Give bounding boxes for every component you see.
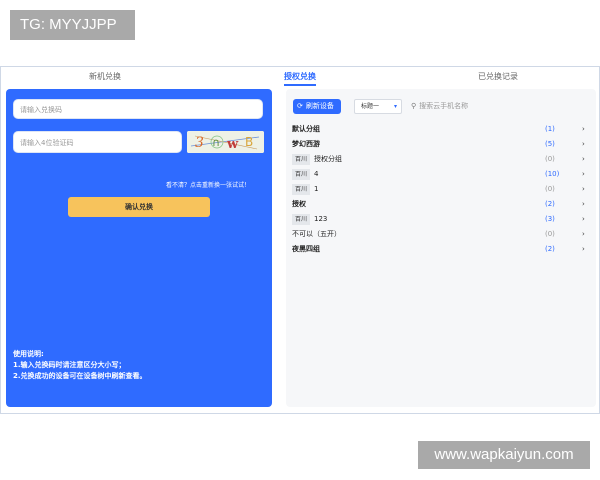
group-count: (1) xyxy=(545,125,555,133)
redeem-form: 请输入兑换码 请输入4位验证码 3 ∩ w B 看不清？点击重新换一张试试！ 确… xyxy=(6,89,272,407)
svg-text:∩: ∩ xyxy=(212,136,220,149)
chevron-right-icon[interactable]: › xyxy=(582,212,585,227)
group-label: 123 xyxy=(314,215,328,223)
list-item[interactable]: 百川 123 (3) › xyxy=(292,212,592,227)
chevron-down-icon: ▾ xyxy=(393,103,397,110)
device-search[interactable]: ⚲ 搜索云手机名称 xyxy=(411,101,468,111)
svg-text:B: B xyxy=(245,135,253,149)
group-tag: 百川 xyxy=(292,183,311,195)
redeem-code-input[interactable]: 请输入兑换码 xyxy=(13,99,263,119)
tab-auth-exchange[interactable]: 授权兑换 xyxy=(284,71,316,86)
svg-text:3: 3 xyxy=(195,135,204,151)
tab-bar: 新机兑换 授权兑换 已兑换记录 xyxy=(1,67,599,89)
group-count: (0) xyxy=(545,230,555,238)
search-icon: ⚲ xyxy=(411,102,417,110)
device-group-list: 默认分组 (1) › 梦幻西游 (5) › 百川 授权分组 (0) › 百川 4 (… xyxy=(292,122,592,257)
refresh-devices-button[interactable]: ⟳ 刷新设备 xyxy=(293,99,341,114)
list-item[interactable]: 授权 (2) › xyxy=(292,197,592,212)
list-item[interactable]: 默认分组 (1) › xyxy=(292,122,592,137)
chevron-right-icon[interactable]: › xyxy=(582,182,585,197)
tab-exchange-history[interactable]: 已兑换记录 xyxy=(478,71,518,82)
list-item[interactable]: 百川 1 (0) › xyxy=(292,182,592,197)
list-item[interactable]: 百川 4 (10) › xyxy=(292,167,592,182)
tab-new-device[interactable]: 新机兑换 xyxy=(89,71,121,82)
group-label: 夜黑四组 xyxy=(292,245,320,253)
usage-instructions: 使用说明: 1.输入兑换码时请注意区分大小写； 2.兑换成功的设备可在设备树中刷… xyxy=(13,349,147,382)
watermark-top: TG: MYYJJPP xyxy=(10,10,135,40)
group-tag: 百川 xyxy=(292,153,311,165)
usage-line-2: 2.兑换成功的设备可在设备树中刷新查看。 xyxy=(13,372,147,380)
group-label: 1 xyxy=(314,185,319,193)
confirm-redeem-button[interactable]: 确认兑换 xyxy=(68,197,210,217)
chevron-right-icon[interactable]: › xyxy=(582,227,585,242)
chevron-right-icon[interactable]: › xyxy=(582,122,585,137)
group-count: (10) xyxy=(545,170,560,178)
group-label: 授权 xyxy=(292,200,306,208)
list-item[interactable]: 不可以（五开） (0) › xyxy=(292,227,592,242)
group-count: (5) xyxy=(545,140,555,148)
device-tree-panel: ⟳ 刷新设备 标题一 ▾ ⚲ 搜索云手机名称 默认分组 (1) › 梦幻西游 (5)… xyxy=(286,89,596,407)
captcha-image[interactable]: 3 ∩ w B xyxy=(187,131,264,153)
chevron-right-icon[interactable]: › xyxy=(582,167,585,182)
list-item[interactable]: 夜黑四组 (2) › xyxy=(292,242,592,257)
list-item[interactable]: 梦幻西游 (5) › xyxy=(292,137,592,152)
group-label: 梦幻西游 xyxy=(292,140,320,148)
watermark-bottom: www.wapkaiyun.com xyxy=(418,441,590,469)
group-select[interactable]: 标题一 ▾ xyxy=(354,99,402,114)
group-count: (3) xyxy=(545,215,555,223)
group-count: (0) xyxy=(545,155,555,163)
group-count: (0) xyxy=(545,185,555,193)
group-count: (2) xyxy=(545,245,555,253)
usage-title: 使用说明: xyxy=(13,350,44,358)
group-count: (2) xyxy=(545,200,555,208)
group-label: 授权分组 xyxy=(314,155,343,163)
chevron-right-icon[interactable]: › xyxy=(582,197,585,212)
exchange-panel: 新机兑换 授权兑换 已兑换记录 请输入兑换码 请输入4位验证码 3 ∩ w B … xyxy=(0,66,600,414)
captcha-refresh-link[interactable]: 看不清？点击重新换一张试试！ xyxy=(166,180,250,189)
usage-line-1: 1.输入兑换码时请注意区分大小写； xyxy=(13,361,126,369)
group-label: 默认分组 xyxy=(292,125,320,133)
group-select-value: 标题一 xyxy=(361,103,380,110)
chevron-right-icon[interactable]: › xyxy=(582,152,585,167)
refresh-devices-label: 刷新设备 xyxy=(305,102,334,110)
chevron-right-icon[interactable]: › xyxy=(582,242,585,257)
group-label: 4 xyxy=(314,170,319,178)
group-tag: 百川 xyxy=(292,168,311,180)
refresh-icon: ⟳ xyxy=(297,102,303,110)
list-item[interactable]: 百川 授权分组 (0) › xyxy=(292,152,592,167)
search-placeholder: 搜索云手机名称 xyxy=(419,102,469,110)
group-label: 不可以（五开） xyxy=(292,230,341,238)
chevron-right-icon[interactable]: › xyxy=(582,137,585,152)
group-tag: 百川 xyxy=(292,213,311,225)
svg-text:w: w xyxy=(226,137,239,152)
captcha-input[interactable]: 请输入4位验证码 xyxy=(13,131,182,153)
